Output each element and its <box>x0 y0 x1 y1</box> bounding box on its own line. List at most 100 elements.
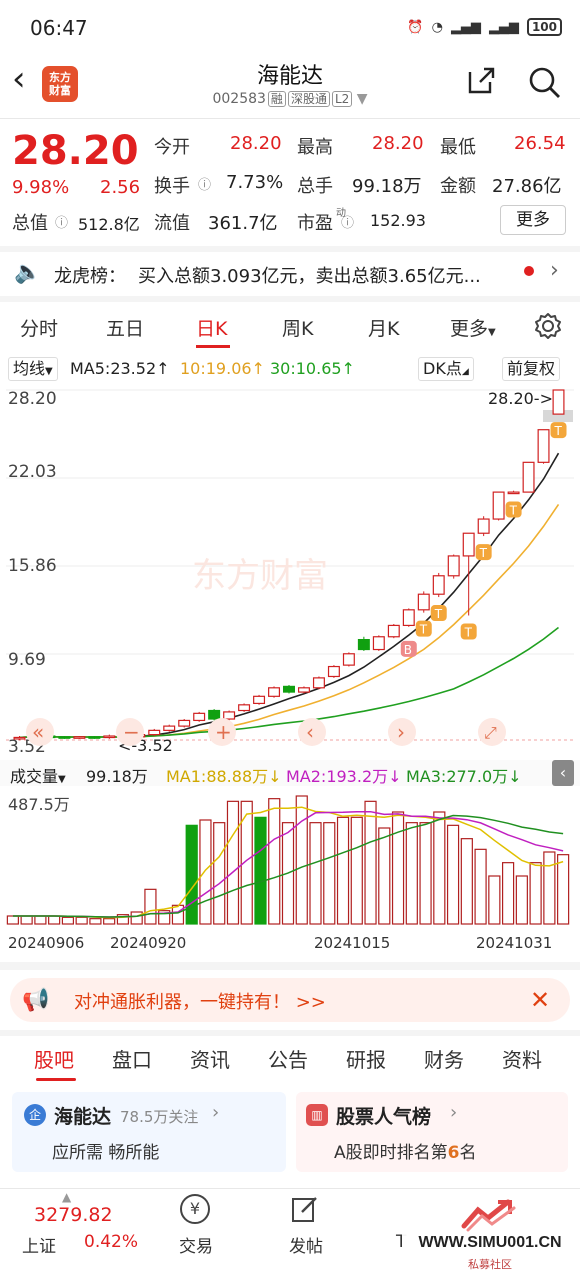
dk-point-button[interactable]: DK点◢ <box>418 357 474 381</box>
volume-bar <box>323 822 336 925</box>
status-icons: ⏰ ◔ ▂▄▆ ▂▄▆ 100 <box>407 18 562 36</box>
tab-finance[interactable]: 财务 <box>424 1044 464 1073</box>
nav-trade[interactable]: 交易 <box>166 1232 226 1257</box>
volume-chart[interactable]: 487.5万 <box>0 786 580 934</box>
collapse-icon[interactable]: ‹ <box>552 760 574 786</box>
volume-bar <box>213 822 226 925</box>
gear-icon[interactable] <box>534 312 562 340</box>
date-label: 20240906 <box>8 934 85 952</box>
kline-chart[interactable]: 东方财富 28.20 22.03 15.86 9.69 3.52 28.20->… <box>0 382 580 754</box>
divider <box>0 118 580 119</box>
divider <box>0 246 580 252</box>
tab-5day[interactable]: 五日 <box>106 314 144 341</box>
candle-body <box>522 461 535 493</box>
volume-bar <box>557 854 570 925</box>
tag-level: L2 <box>331 91 353 107</box>
volume-bar <box>226 800 240 925</box>
hold-marker-label: T <box>464 625 473 639</box>
y-label-1: 22.03 <box>8 462 57 482</box>
ma30-value: 30:10.65↑ <box>270 359 355 378</box>
svg-text:−: − <box>123 720 140 744</box>
volume-bar <box>295 795 308 925</box>
high-label: 最高 <box>297 137 333 158</box>
stock-bar-card[interactable]: 企 海能达 78.5万关注 › 应所需 畅所能 <box>12 1092 286 1172</box>
pe-label: 市盈 <box>297 213 333 234</box>
promo-text[interactable]: 对冲通胀利器，一键持有！ >> <box>74 988 326 1014</box>
candle-body <box>103 735 116 739</box>
search-icon[interactable] <box>526 64 562 100</box>
candle-body <box>268 687 281 697</box>
candle-body <box>432 575 445 595</box>
volume-bar <box>350 816 363 925</box>
tab-news[interactable]: 资讯 <box>190 1044 230 1073</box>
trade-icon[interactable]: ¥ <box>180 1194 210 1224</box>
candle-body <box>312 677 325 689</box>
low-label: 最低 <box>440 137 476 158</box>
chart-tabs: 分时 五日 日K 周K 月K 更多▼ <box>0 306 580 350</box>
ma10-line <box>19 503 560 739</box>
volume-bar <box>103 918 116 925</box>
unread-dot <box>524 266 534 276</box>
card-title: 股票人气榜 <box>336 1106 432 1128</box>
caret-up-icon: ▲ <box>62 1190 72 1204</box>
tab-more[interactable]: 更多▼ <box>450 314 496 341</box>
tab-intraday[interactable]: 分时 <box>20 314 58 341</box>
index-name[interactable]: 上证 <box>22 1232 56 1257</box>
tag-margin: 融 <box>267 91 286 107</box>
volume-bar <box>433 811 446 925</box>
y-label-2: 15.86 <box>8 556 57 576</box>
tab-weekly-k[interactable]: 周K <box>282 314 313 341</box>
post-icon[interactable] <box>290 1194 320 1224</box>
candle-body <box>357 638 370 651</box>
volume-bar <box>75 916 88 925</box>
tab-pankou[interactable]: 盘口 <box>112 1044 152 1073</box>
info-icon[interactable]: ⓘ <box>55 212 68 231</box>
more-button[interactable]: 更多 <box>500 205 566 235</box>
low-value: 26.54 <box>514 133 566 154</box>
index-value[interactable]: 3279.82 <box>34 1204 113 1226</box>
share-icon[interactable] <box>466 66 496 96</box>
signal2-icon: ▂▄▆ <box>488 19 519 35</box>
candle-body <box>238 704 251 712</box>
tab-profile[interactable]: 资料 <box>502 1044 542 1073</box>
candle-body <box>178 719 191 727</box>
ma-selector[interactable]: 均线▼ <box>8 357 58 381</box>
follow-count: 78.5万关注 <box>120 1108 199 1126</box>
adjust-selector[interactable]: 前复权 <box>502 357 561 381</box>
open-value: 28.20 <box>230 133 282 154</box>
dragon-text[interactable]: 买入总额3.093亿元，卖出总额3.65亿元... <box>138 262 508 288</box>
close-icon[interactable]: ✕ <box>530 986 550 1014</box>
candle-body <box>58 736 71 739</box>
tab-monthly-k[interactable]: 月K <box>368 314 399 341</box>
turnover-label: 换手 <box>154 176 190 197</box>
candle-body <box>73 736 86 739</box>
dropdown-icon[interactable]: ▼ <box>357 91 368 107</box>
site-url: WWW.SIMU001.CN <box>418 1234 562 1251</box>
index-pct[interactable]: 0.42% <box>84 1232 138 1252</box>
speaker-icon: 🔈 <box>14 260 42 285</box>
wifi-icon: ◔ <box>431 19 443 35</box>
bottom-tabs: 股吧 盘口 资讯 公告 研报 财务 资料 <box>0 1038 580 1082</box>
divider <box>0 962 580 970</box>
volume-selector[interactable]: 成交量▼ <box>10 763 66 787</box>
candle-body <box>417 593 430 611</box>
popularity-card[interactable]: ▥ 股票人气榜 › A股即时排名第6名 <box>296 1092 568 1172</box>
info-icon[interactable]: ⓘ <box>341 212 354 231</box>
tab-indicator <box>196 345 230 348</box>
svg-text:«: « <box>32 720 44 744</box>
divider <box>0 296 580 302</box>
status-bar: 06:47 ⏰ ◔ ▂▄▆ ▂▄▆ 100 <box>0 0 580 52</box>
chevron-right-icon[interactable]: › <box>550 258 559 283</box>
tab-announce[interactable]: 公告 <box>268 1044 308 1073</box>
tab-research[interactable]: 研报 <box>346 1044 386 1073</box>
candle-body <box>283 685 295 693</box>
candle-body <box>13 736 26 740</box>
tab-guba[interactable]: 股吧 <box>34 1044 74 1073</box>
vol-ma3: MA3:277.0万↓ <box>406 767 522 786</box>
volume-bar: 成交量▼ 99.18万 MA1:88.88万↓ MA2:193.2万↓ MA3:… <box>0 760 580 786</box>
nav-post[interactable]: 发帖 <box>276 1232 336 1257</box>
candle-body <box>163 725 176 731</box>
tab-daily-k[interactable]: 日K <box>196 314 227 341</box>
info-icon[interactable]: ⓘ <box>198 174 211 193</box>
candle-body <box>537 429 550 463</box>
